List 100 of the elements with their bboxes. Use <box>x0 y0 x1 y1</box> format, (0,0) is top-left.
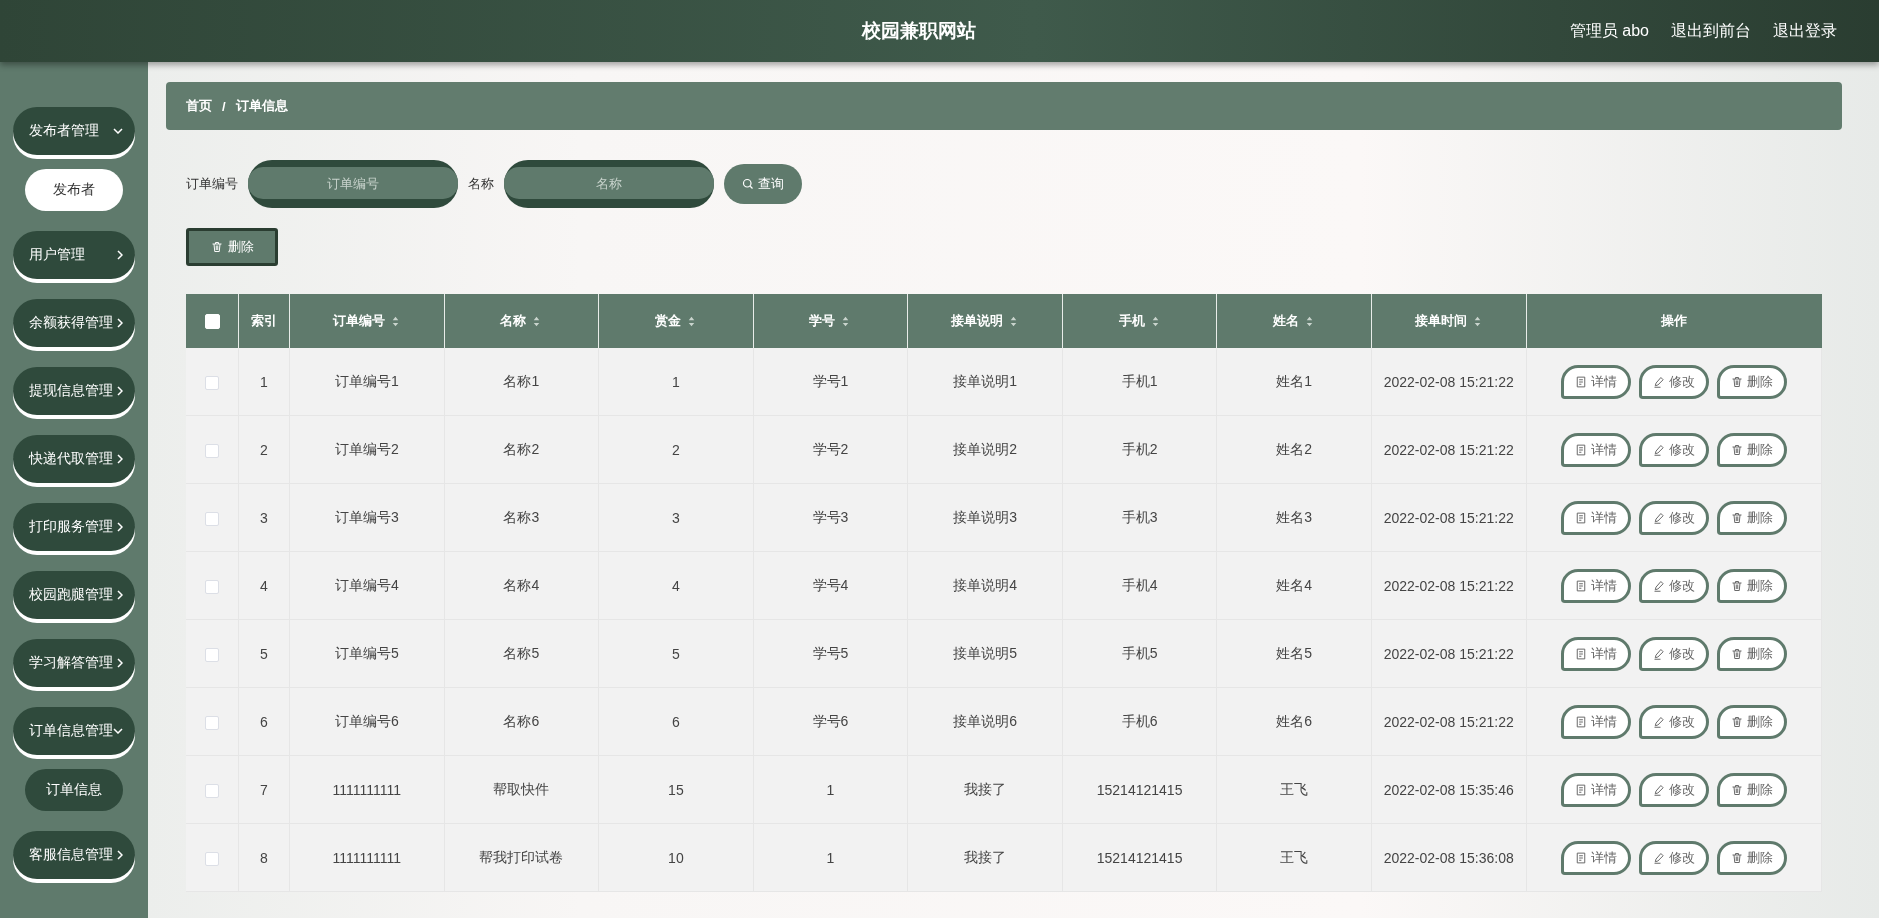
table-cell: 姓名2 <box>1276 440 1313 457</box>
search-button[interactable]: 查询 <box>724 164 802 204</box>
select-all-checkbox[interactable] <box>204 314 220 330</box>
row-action-button[interactable]: 详情 <box>1560 636 1631 671</box>
table-cell: 5 <box>260 645 268 662</box>
delete-button[interactable]: 删除 <box>186 228 278 266</box>
row-action-button[interactable]: 修改 <box>1638 364 1709 399</box>
row-checkbox[interactable] <box>205 783 219 798</box>
column-header[interactable]: 索引 <box>251 313 277 328</box>
row-action-button[interactable]: 详情 <box>1560 772 1631 807</box>
submenu-item[interactable]: 发布者 <box>25 169 123 211</box>
header-link[interactable]: 退出登录 <box>1773 20 1837 42</box>
document-icon <box>1574 851 1587 864</box>
row-checkbox[interactable] <box>205 511 219 526</box>
chevron-icon <box>117 658 123 668</box>
table-cell: 学号3 <box>812 508 849 525</box>
row-action-button[interactable]: 删除 <box>1716 364 1787 399</box>
table-cell: 学号6 <box>812 712 849 729</box>
table-cell: 2022-02-08 15:21:22 <box>1383 713 1514 730</box>
table-cell: 3 <box>260 509 268 526</box>
row-action-button[interactable]: 详情 <box>1560 364 1631 399</box>
row-action-button[interactable]: 修改 <box>1638 432 1709 467</box>
table-cell: 6 <box>672 713 680 730</box>
row-action-button[interactable]: 删除 <box>1716 636 1787 671</box>
row-action-button[interactable]: 详情 <box>1560 704 1631 739</box>
column-header[interactable]: 接单时间 <box>1414 313 1483 328</box>
table-cell: 订单编号5 <box>334 644 399 661</box>
row-action-button[interactable]: 详情 <box>1560 500 1631 535</box>
document-icon <box>1574 375 1587 388</box>
pencil-icon <box>1652 783 1665 796</box>
chevron-icon <box>113 728 123 734</box>
column-header[interactable]: 操作 <box>1661 313 1687 328</box>
row-checkbox[interactable] <box>205 715 219 730</box>
trash-icon <box>210 241 223 253</box>
row-action-button[interactable]: 修改 <box>1638 772 1709 807</box>
table-cell: 6 <box>260 713 268 730</box>
row-action-button[interactable]: 详情 <box>1560 432 1631 467</box>
table-cell: 15214121415 <box>1096 849 1183 866</box>
column-header[interactable]: 学号 <box>809 313 852 328</box>
breadcrumb-link[interactable]: 订单信息 <box>235 97 288 115</box>
table-cell: 1 <box>826 781 835 798</box>
row-action-button[interactable]: 详情 <box>1560 840 1631 875</box>
row-action-button[interactable]: 修改 <box>1638 704 1709 739</box>
row-action-button[interactable]: 修改 <box>1638 636 1709 671</box>
table-cell: 手机2 <box>1121 440 1158 457</box>
row-action-button[interactable]: 修改 <box>1638 500 1709 535</box>
column-header[interactable]: 姓名 <box>1273 313 1316 328</box>
column-header[interactable]: 手机 <box>1118 313 1161 328</box>
chevron-icon <box>117 454 123 464</box>
row-action-button[interactable]: 修改 <box>1638 568 1709 603</box>
row-action-button[interactable]: 删除 <box>1716 772 1787 807</box>
column-header[interactable]: 名称 <box>500 313 543 328</box>
breadcrumb-link[interactable]: 首页 <box>186 97 212 115</box>
document-icon <box>1574 647 1587 660</box>
table-cell: 2022-02-08 15:36:08 <box>1383 849 1514 866</box>
header-link[interactable]: 退出到前台 <box>1671 20 1751 42</box>
row-action-button[interactable]: 详情 <box>1560 568 1631 603</box>
table-cell: 学号5 <box>812 644 849 661</box>
document-icon <box>1574 443 1587 456</box>
table-cell: 1111111111 <box>332 781 402 798</box>
document-icon <box>1574 511 1587 524</box>
table-cell: 订单编号6 <box>334 712 399 729</box>
row-action-button[interactable]: 删除 <box>1716 840 1787 875</box>
chevron-icon <box>117 590 123 600</box>
table-cell: 15 <box>668 781 684 798</box>
row-action-button[interactable]: 修改 <box>1638 840 1709 875</box>
search-field[interactable]: 订单编号 <box>248 160 458 208</box>
chevron-icon <box>117 386 123 396</box>
chevron-icon <box>117 522 123 532</box>
table-cell: 名称4 <box>503 576 540 593</box>
document-icon <box>1574 579 1587 592</box>
row-checkbox[interactable] <box>205 579 219 594</box>
table-cell: 姓名3 <box>1276 508 1313 525</box>
submenu-item[interactable]: 订单信息 <box>25 769 123 811</box>
column-header[interactable]: 赏金 <box>654 313 697 328</box>
row-checkbox[interactable] <box>205 443 219 458</box>
header-link[interactable]: 管理员 abo <box>1569 20 1649 42</box>
column-header[interactable]: 接单说明 <box>951 313 1020 328</box>
table-cell: 2 <box>672 441 680 458</box>
row-checkbox[interactable] <box>205 647 219 662</box>
row-action-button[interactable]: 删除 <box>1716 432 1787 467</box>
table-cell: 帮我打印试卷 <box>479 848 564 865</box>
table-cell: 手机5 <box>1121 644 1158 661</box>
column-header[interactable]: 订单编号 <box>332 313 401 328</box>
table-cell: 1 <box>260 373 268 390</box>
table-cell: 姓名5 <box>1276 644 1313 661</box>
row-checkbox[interactable] <box>205 851 219 866</box>
row-action-button[interactable]: 删除 <box>1716 568 1787 603</box>
table-cell: 接单说明4 <box>953 576 1017 593</box>
table-cell: 姓名1 <box>1276 372 1313 389</box>
row-action-button[interactable]: 删除 <box>1716 500 1787 535</box>
search-field[interactable]: 名称 <box>504 160 714 208</box>
table-cell: 2022-02-08 15:21:22 <box>1383 373 1514 390</box>
table-cell: 姓名6 <box>1276 712 1313 729</box>
row-checkbox[interactable] <box>205 375 219 390</box>
trash-icon <box>1730 783 1743 796</box>
row-action-button[interactable]: 删除 <box>1716 704 1787 739</box>
chevron-icon <box>117 850 123 860</box>
table-cell: 15214121415 <box>1096 781 1183 798</box>
table-cell: 王飞 <box>1280 780 1309 797</box>
